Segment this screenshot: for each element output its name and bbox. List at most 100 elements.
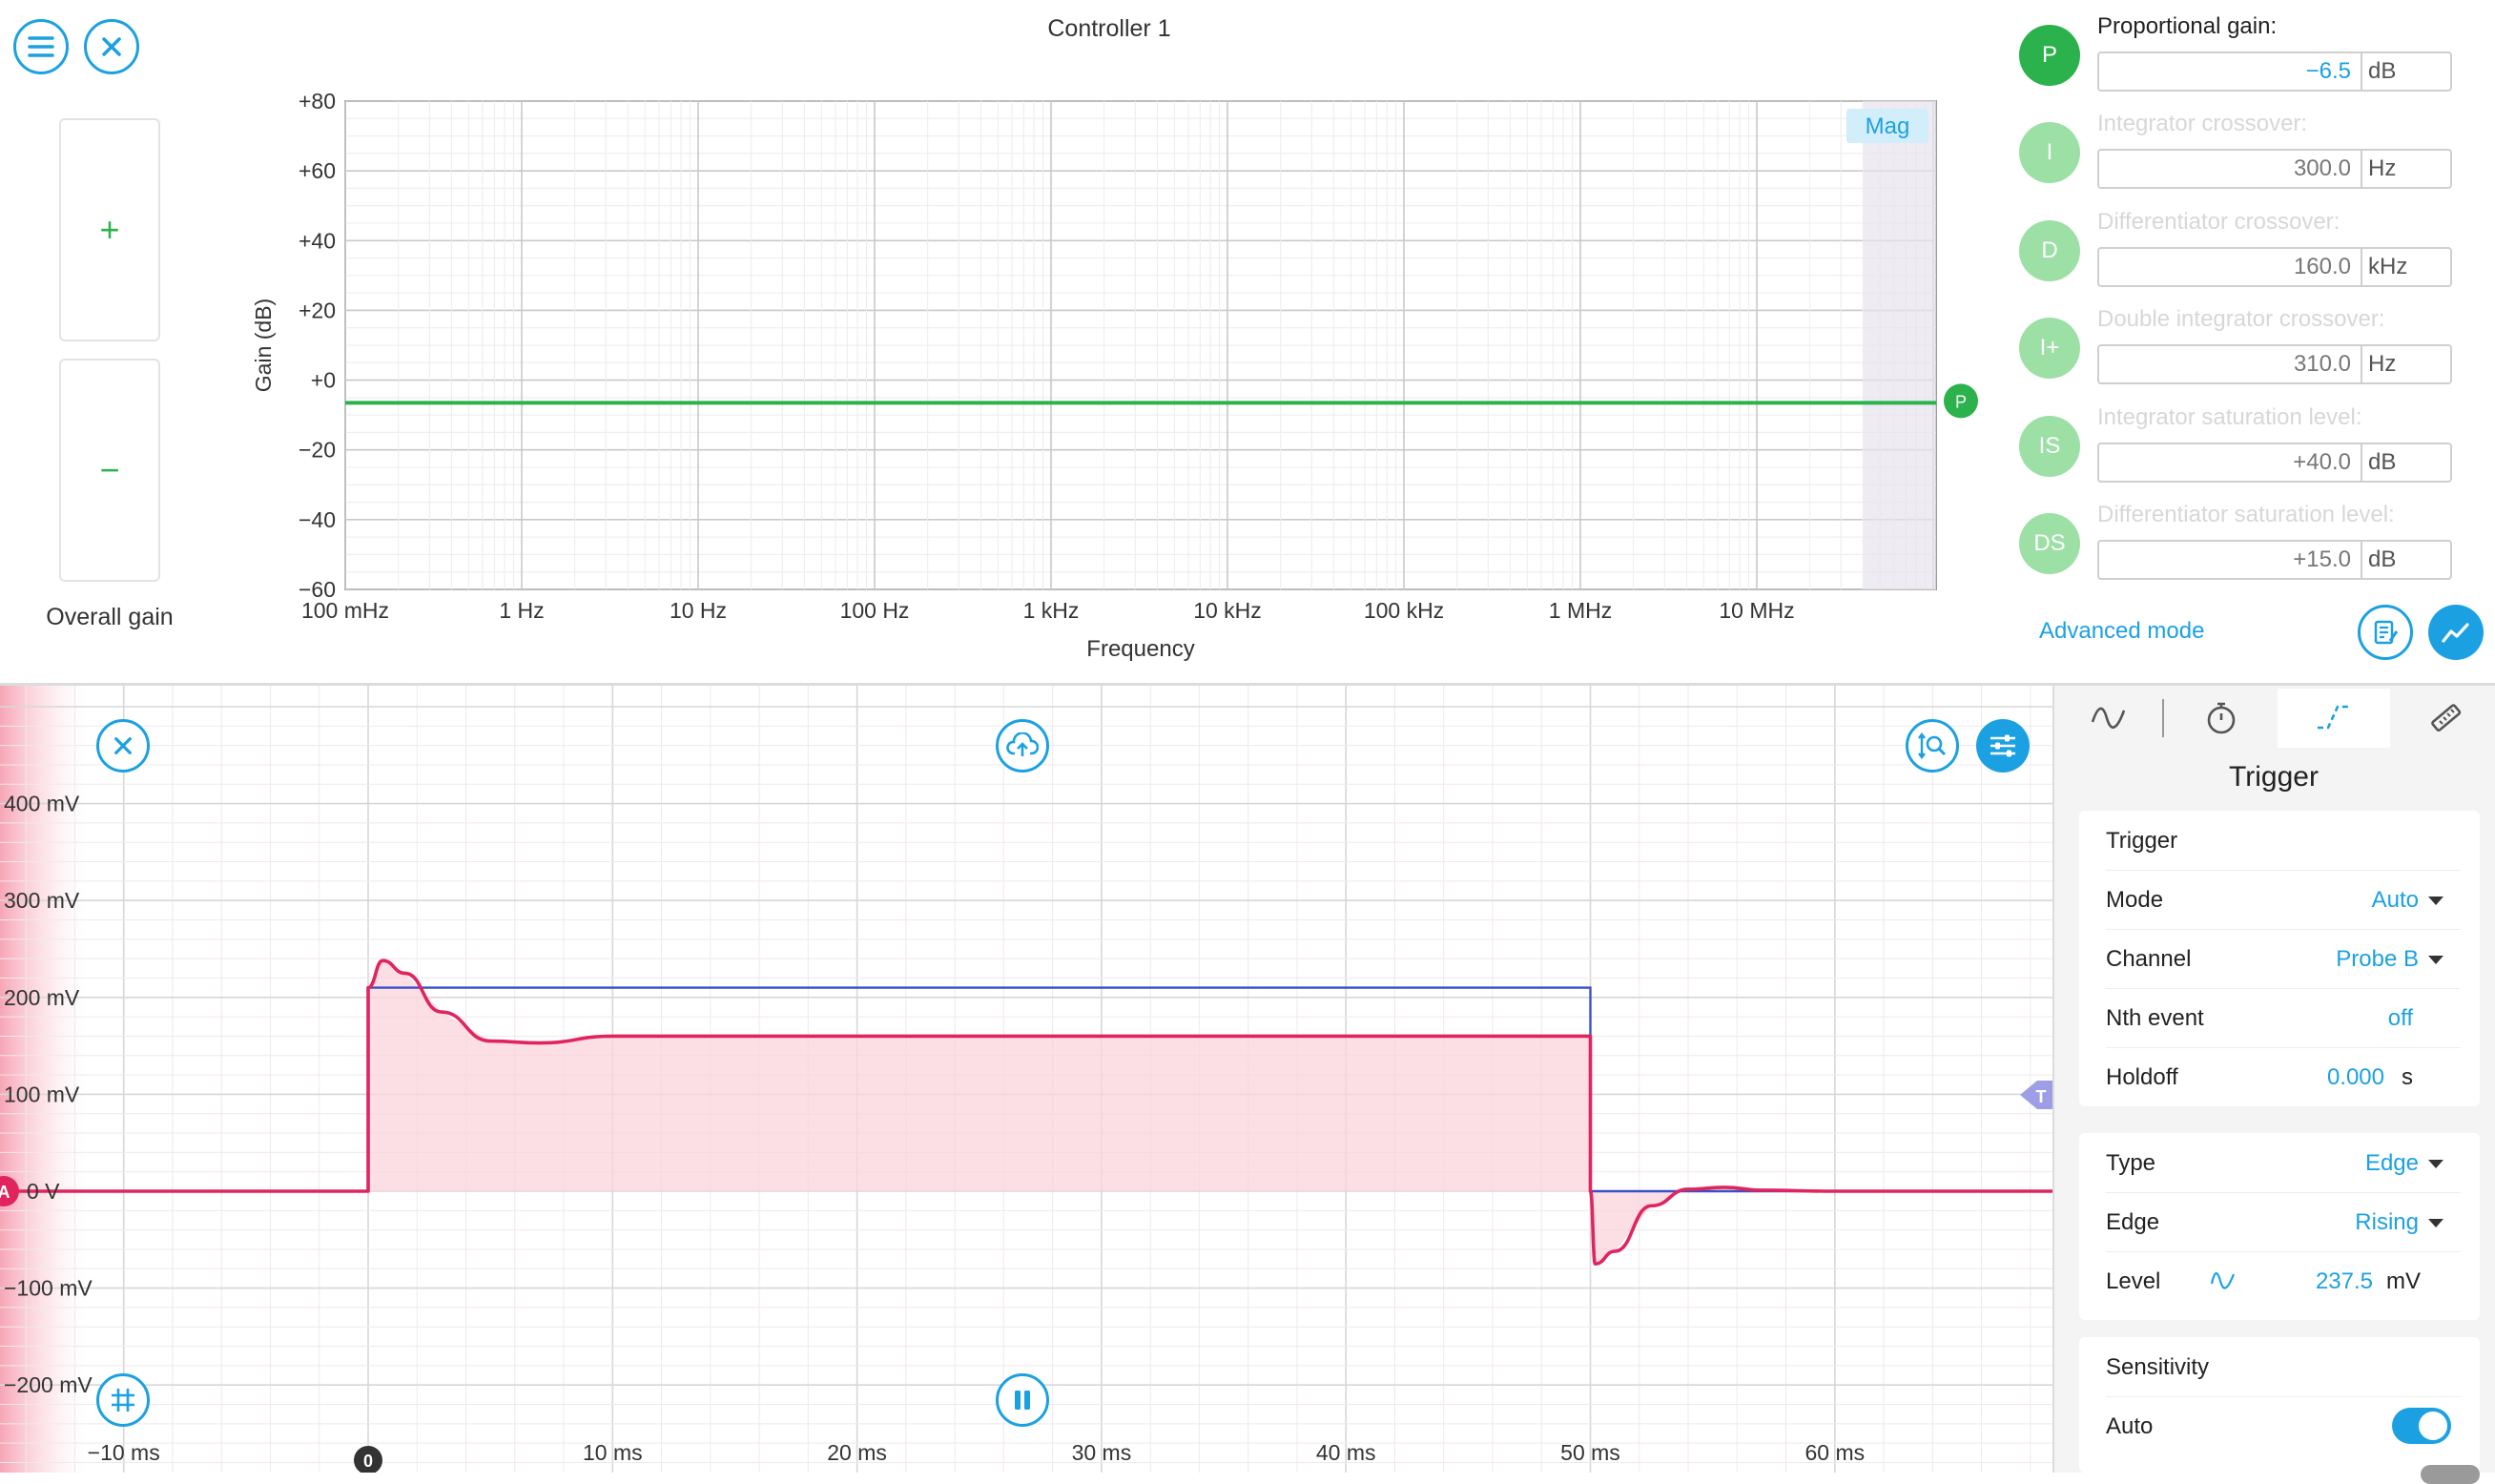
pid-label: Double integrator crossover:: [2097, 306, 2385, 332]
pid-value-field[interactable]: +40.0 dB: [2097, 443, 2452, 483]
cloud-upload-icon: [1006, 732, 1039, 756]
y-tick-label: +0: [311, 368, 336, 393]
y-tick-label: 300 mV: [4, 888, 80, 913]
auto-sensitivity-row[interactable]: Auto: [2106, 1396, 2461, 1455]
trigger-level-label: T: [2036, 1087, 2047, 1106]
pid-value[interactable]: 310.0: [2099, 346, 2362, 382]
level-label: Level: [2106, 1268, 2161, 1294]
pid-value-field[interactable]: 300.0 Hz: [2097, 149, 2452, 189]
pid-value-field[interactable]: 160.0 kHz: [2097, 247, 2452, 287]
pid-unit: dB: [2368, 58, 2397, 84]
level-unit: mV: [2386, 1268, 2421, 1294]
level-waveform-icon: [2210, 1272, 2236, 1289]
trigger-header-row: Trigger: [2106, 811, 2461, 871]
toggle-knob: [2419, 1412, 2447, 1440]
pid-value-field[interactable]: −6.5 dB: [2097, 52, 2452, 92]
scope-settings-button[interactable]: [1976, 719, 2030, 773]
sensitivity-card: Sensitivity Auto: [2079, 1337, 2480, 1473]
channel-label: Channel: [2106, 946, 2192, 972]
tab-trigger[interactable]: [2278, 689, 2390, 748]
pid-unit: dB: [2368, 449, 2397, 475]
tab-separator: [2162, 699, 2164, 737]
y-tick-label: +20: [299, 298, 336, 322]
pid-value[interactable]: −6.5: [2099, 53, 2362, 90]
tab-measurements[interactable]: [2390, 689, 2495, 748]
chevron-down-icon: [2428, 1160, 2443, 1169]
pid-label: Proportional gain:: [2097, 13, 2278, 39]
pid-value[interactable]: 160.0: [2099, 249, 2362, 285]
oscilloscope-plot[interactable]: 400 mV 300 mV 200 mV 100 mV 0 V −100 mV −200 m…: [0, 686, 2052, 1473]
mode-row[interactable]: Mode Auto: [2106, 870, 2461, 930]
pid-badge-is[interactable]: IS: [2019, 416, 2080, 477]
x-tick-label: 30 ms: [1072, 1440, 1132, 1465]
type-label: Type: [2106, 1150, 2156, 1176]
pid-badge-iplus[interactable]: I+: [2019, 318, 2080, 379]
tab-timebase[interactable]: [2165, 689, 2278, 748]
pid-value[interactable]: +15.0: [2099, 542, 2362, 578]
pid-unit: kHz: [2368, 254, 2408, 279]
x-axis-label: Frequency: [1086, 636, 1194, 662]
pid-value-field[interactable]: 310.0 Hz: [2097, 344, 2452, 384]
close-scope-button[interactable]: [96, 719, 150, 773]
x-tick-label: 100 mHz: [301, 598, 389, 623]
pid-badge-d[interactable]: D: [2019, 220, 2080, 281]
auto-sensitivity-toggle[interactable]: [2392, 1408, 2451, 1444]
y-tick-label: 200 mV: [4, 985, 80, 1010]
edge-select[interactable]: Rising: [2355, 1209, 2443, 1236]
mag-badge: Mag: [1866, 113, 1910, 139]
level-input[interactable]: 237.5: [2316, 1268, 2373, 1295]
pause-button[interactable]: [996, 1373, 1049, 1427]
edge-label: Edge: [2106, 1209, 2160, 1235]
y-tick-label: 100 mV: [4, 1082, 80, 1106]
nth-event-row[interactable]: Nth event off: [2106, 988, 2461, 1048]
type-select[interactable]: Edge: [2365, 1150, 2443, 1177]
pid-value-field[interactable]: +15.0 dB: [2097, 540, 2452, 580]
grid-button[interactable]: [96, 1373, 150, 1427]
time-zero-label: 0: [363, 1452, 373, 1471]
trigger-settings-card: Trigger Mode Auto Channel Probe B Nth even…: [2079, 811, 2480, 1106]
x-tick-label: 1 Hz: [499, 598, 544, 623]
pid-badge-ds[interactable]: DS: [2019, 513, 2080, 574]
holdoff-label: Holdoff: [2106, 1064, 2178, 1090]
nth-event-value[interactable]: off: [2388, 1005, 2413, 1032]
mode-select[interactable]: Auto: [2372, 887, 2443, 914]
channel-row[interactable]: Channel Probe B: [2106, 929, 2461, 989]
type-row[interactable]: Type Edge: [2106, 1133, 2461, 1193]
autoscale-button[interactable]: [1906, 719, 1959, 773]
y-tick-label: +60: [299, 158, 336, 183]
x-tick-label: 50 ms: [1560, 1440, 1620, 1465]
mag-shaded-region: [1864, 101, 1936, 589]
sliders-icon: [1990, 734, 2015, 757]
pid-value[interactable]: +40.0: [2099, 444, 2362, 481]
notes-button[interactable]: [2358, 605, 2413, 660]
pid-label: Differentiator saturation level:: [2097, 502, 2395, 527]
nth-event-label: Nth event: [2106, 1005, 2204, 1031]
bode-plot[interactable]: Mag+80+60+40+20+0−20−40−60100 mHz 1 Hz 10 …: [0, 0, 2003, 668]
chevron-down-icon: [2428, 956, 2443, 965]
chevron-down-icon: [2428, 897, 2443, 906]
chart-view-button[interactable]: [2428, 605, 2484, 660]
next-toggle-partial: [2421, 1465, 2480, 1484]
type-value: Edge: [2364, 1150, 2419, 1176]
auto-sensitivity-label: Auto: [2106, 1413, 2154, 1439]
holdoff-row[interactable]: Holdoff 0.000 s: [2106, 1047, 2461, 1106]
pid-badge-p[interactable]: P: [2019, 25, 2080, 86]
pid-badge-i[interactable]: I: [2019, 122, 2080, 183]
cloud-upload-button[interactable]: [996, 719, 1049, 773]
x-tick-label: 10 kHz: [1193, 598, 1262, 623]
pid-label: Integrator saturation level:: [2097, 404, 2362, 430]
x-tick-label: 60 ms: [1804, 1440, 1865, 1465]
channel-select[interactable]: Probe B: [2336, 946, 2443, 973]
tab-signal[interactable]: [2052, 689, 2165, 748]
y-tick-label: −20: [299, 438, 336, 463]
level-row[interactable]: Level 237.5 mV: [2106, 1251, 2461, 1310]
holdoff-input[interactable]: 0.000: [2327, 1064, 2384, 1091]
y-tick-label: 400 mV: [4, 792, 80, 816]
advanced-mode-link[interactable]: Advanced mode: [2039, 618, 2204, 645]
x-tick-label: 10 ms: [583, 1440, 643, 1465]
channel-a-label: A: [0, 1183, 10, 1202]
x-tick-label: 40 ms: [1316, 1440, 1376, 1465]
x-tick-label: 10 Hz: [670, 598, 727, 623]
edge-row[interactable]: Edge Rising: [2106, 1192, 2461, 1252]
pid-value[interactable]: 300.0: [2099, 151, 2362, 187]
